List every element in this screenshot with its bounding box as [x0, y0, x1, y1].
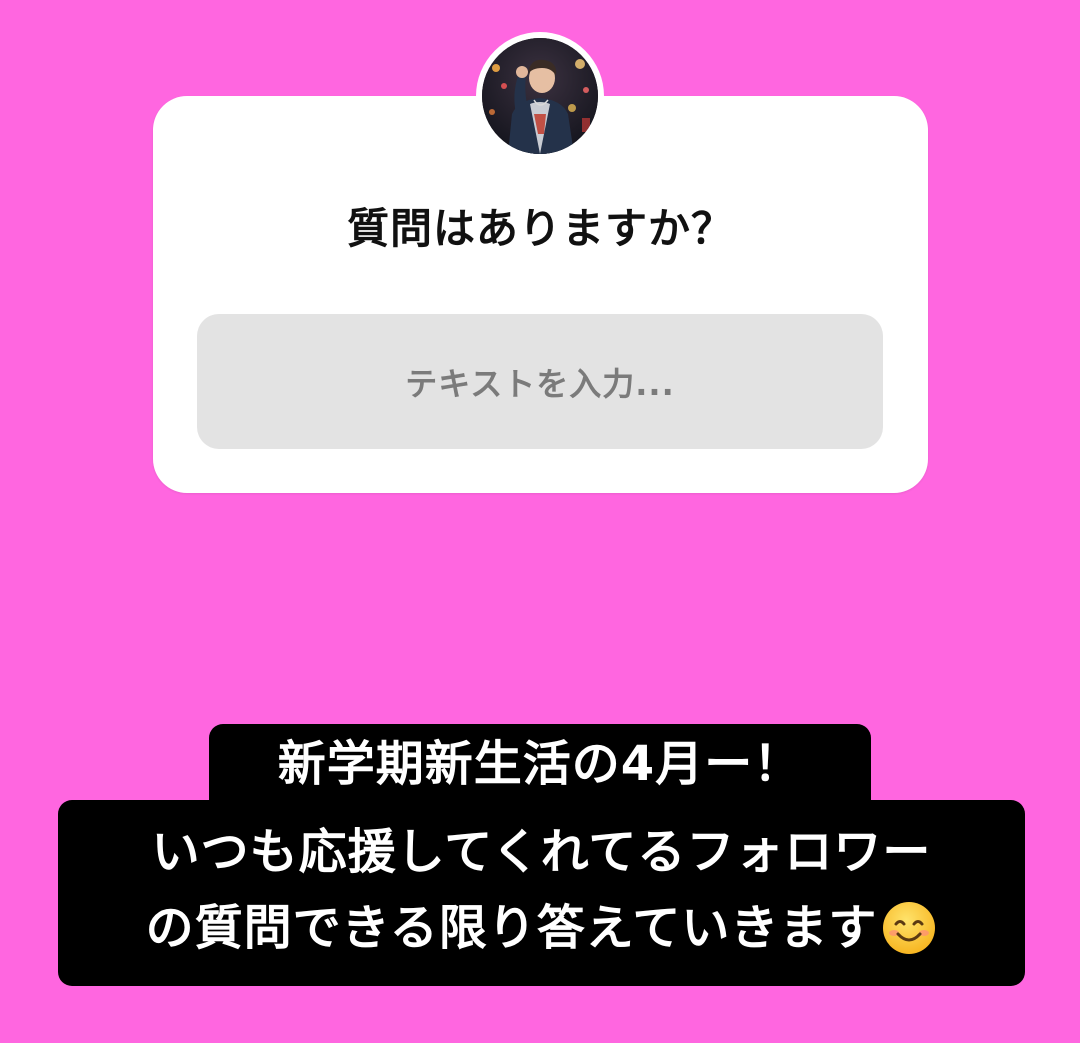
- caption-line-2: いつも応援してくれてるフォロワー: [58, 812, 1025, 892]
- question-text: 質問はありますか？: [346, 204, 734, 253]
- caption-line-1-text: 新学期新生活の4月ー！: [277, 736, 803, 792]
- caption-line-3: の質問できる限り答えていきます: [58, 888, 1025, 968]
- caption-line-1: 新学期新生活の4月ー！: [209, 724, 871, 804]
- profile-photo-icon: [482, 38, 598, 154]
- story-canvas: 質問はありますか？ テキストを入力... 新学期新生活の4月ー！ いつも応援して…: [0, 0, 1080, 1043]
- profile-avatar: [476, 32, 604, 160]
- caption-line-2-text: いつも応援してくれてるフォロワー: [151, 824, 932, 880]
- smiling-face-icon: [881, 900, 937, 956]
- caption-block: いつも応援してくれてるフォロワー の質問できる限り答えていきます: [58, 800, 1025, 986]
- caption-line-3-text: の質問できる限り答えていきます: [145, 900, 878, 956]
- answer-text-input[interactable]: テキストを入力...: [197, 314, 883, 449]
